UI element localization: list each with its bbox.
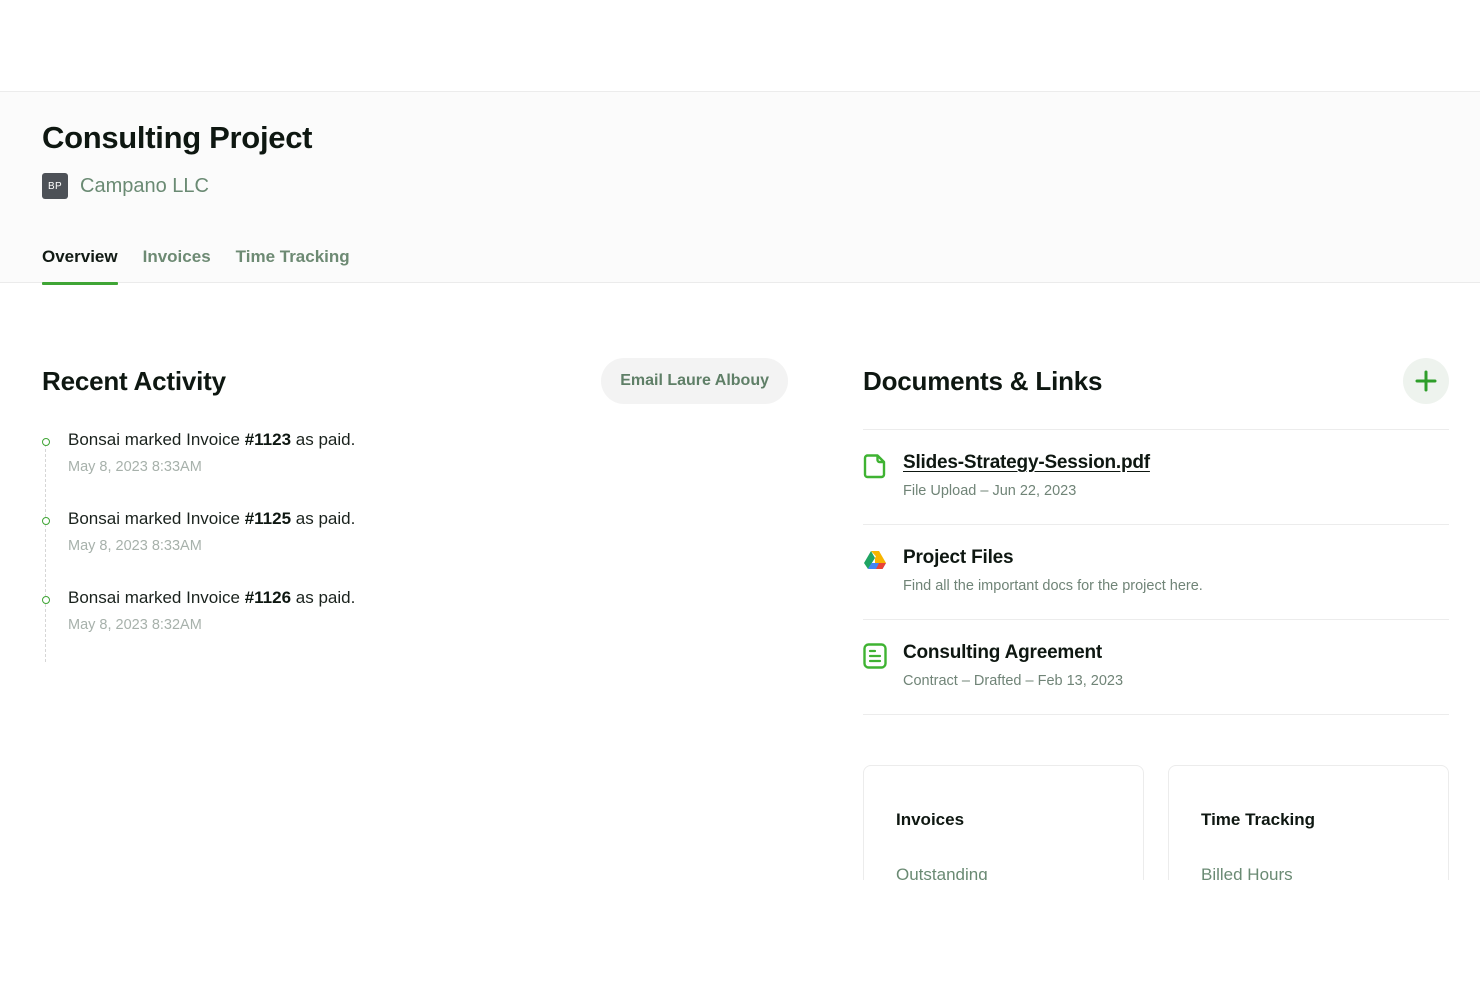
document-title[interactable]: Project Files — [903, 547, 1449, 569]
card-label: Billed Hours — [1201, 865, 1293, 880]
client-avatar: BP — [42, 173, 68, 199]
activity-text-prefix: Bonsai marked Invoice — [68, 588, 245, 607]
document-subtitle: Contract – Drafted – Feb 13, 2023 — [903, 673, 1124, 689]
card-title: Invoices — [896, 810, 965, 829]
activity-text-suffix: as paid. — [291, 430, 356, 449]
activity-timeline: Bonsai marked Invoice #1123 as paid. May… — [42, 430, 642, 667]
invoices-summary-card[interactable]: Invoices Outstanding — [863, 765, 1144, 880]
activity-text-suffix: as paid. — [291, 509, 356, 528]
activity-text: Bonsai marked Invoice #1126 as paid. — [68, 588, 642, 608]
document-title[interactable]: Consulting Agreement — [903, 642, 1449, 664]
page-viewport: Consulting Project BP Campano LLC Overvi… — [0, 0, 1480, 880]
activity-timestamp: May 8, 2023 8:33AM — [68, 459, 202, 475]
timeline-dot-icon — [42, 517, 50, 525]
recent-activity-title: Recent Activity — [42, 366, 226, 396]
page-title: Consulting Project — [42, 120, 313, 155]
client-name[interactable]: Campano LLC — [80, 175, 209, 198]
activity-timestamp: May 8, 2023 8:32AM — [68, 617, 202, 633]
documents-list: Slides-Strategy-Session.pdf File Upload … — [863, 429, 1449, 715]
contract-icon — [863, 643, 887, 669]
invoice-number[interactable]: #1125 — [245, 509, 291, 528]
plus-icon — [1415, 370, 1437, 392]
activity-text: Bonsai marked Invoice #1123 as paid. — [68, 430, 642, 450]
card-label: Outstanding — [896, 865, 988, 880]
timeline-dot-icon — [42, 438, 50, 446]
invoice-number[interactable]: #1123 — [245, 430, 291, 449]
add-document-button[interactable] — [1403, 358, 1449, 404]
summary-cards: Invoices Outstanding Time Tracking Bille… — [863, 765, 1449, 880]
timeline-dot-icon — [42, 596, 50, 604]
client-link[interactable]: BP Campano LLC — [42, 173, 209, 199]
document-item[interactable]: Project Files Find all the important doc… — [863, 525, 1449, 620]
project-tabs: Overview Invoices Time Tracking — [42, 244, 375, 285]
document-subtitle: File Upload – Jun 22, 2023 — [903, 483, 1077, 499]
document-title-link[interactable]: Slides-Strategy-Session.pdf — [903, 452, 1449, 474]
activity-item: Bonsai marked Invoice #1126 as paid. May… — [42, 588, 642, 667]
card-title: Time Tracking — [1201, 810, 1316, 829]
invoice-number[interactable]: #1126 — [245, 588, 291, 607]
time-tracking-summary-card[interactable]: Time Tracking Billed Hours — [1168, 765, 1449, 880]
activity-text: Bonsai marked Invoice #1125 as paid. — [68, 509, 642, 529]
activity-text-prefix: Bonsai marked Invoice — [68, 509, 245, 528]
google-drive-icon — [864, 551, 886, 569]
activity-item: Bonsai marked Invoice #1125 as paid. May… — [42, 509, 642, 588]
tab-time-tracking[interactable]: Time Tracking — [236, 244, 350, 284]
documents-title: Documents & Links — [863, 366, 1103, 396]
document-subtitle: Find all the important docs for the proj… — [903, 578, 1203, 594]
email-client-button[interactable]: Email Laure Albouy — [601, 358, 788, 404]
activity-item: Bonsai marked Invoice #1123 as paid. May… — [42, 430, 642, 509]
document-item[interactable]: Consulting Agreement Contract – Drafted … — [863, 620, 1449, 715]
activity-timestamp: May 8, 2023 8:33AM — [68, 538, 202, 554]
activity-text-suffix: as paid. — [291, 588, 356, 607]
tab-overview[interactable]: Overview — [42, 244, 118, 285]
project-header: Consulting Project BP Campano LLC Overvi… — [0, 91, 1480, 285]
tab-invoices[interactable]: Invoices — [143, 244, 211, 284]
document-item[interactable]: Slides-Strategy-Session.pdf File Upload … — [863, 430, 1449, 525]
activity-text-prefix: Bonsai marked Invoice — [68, 430, 245, 449]
file-icon — [863, 454, 886, 479]
